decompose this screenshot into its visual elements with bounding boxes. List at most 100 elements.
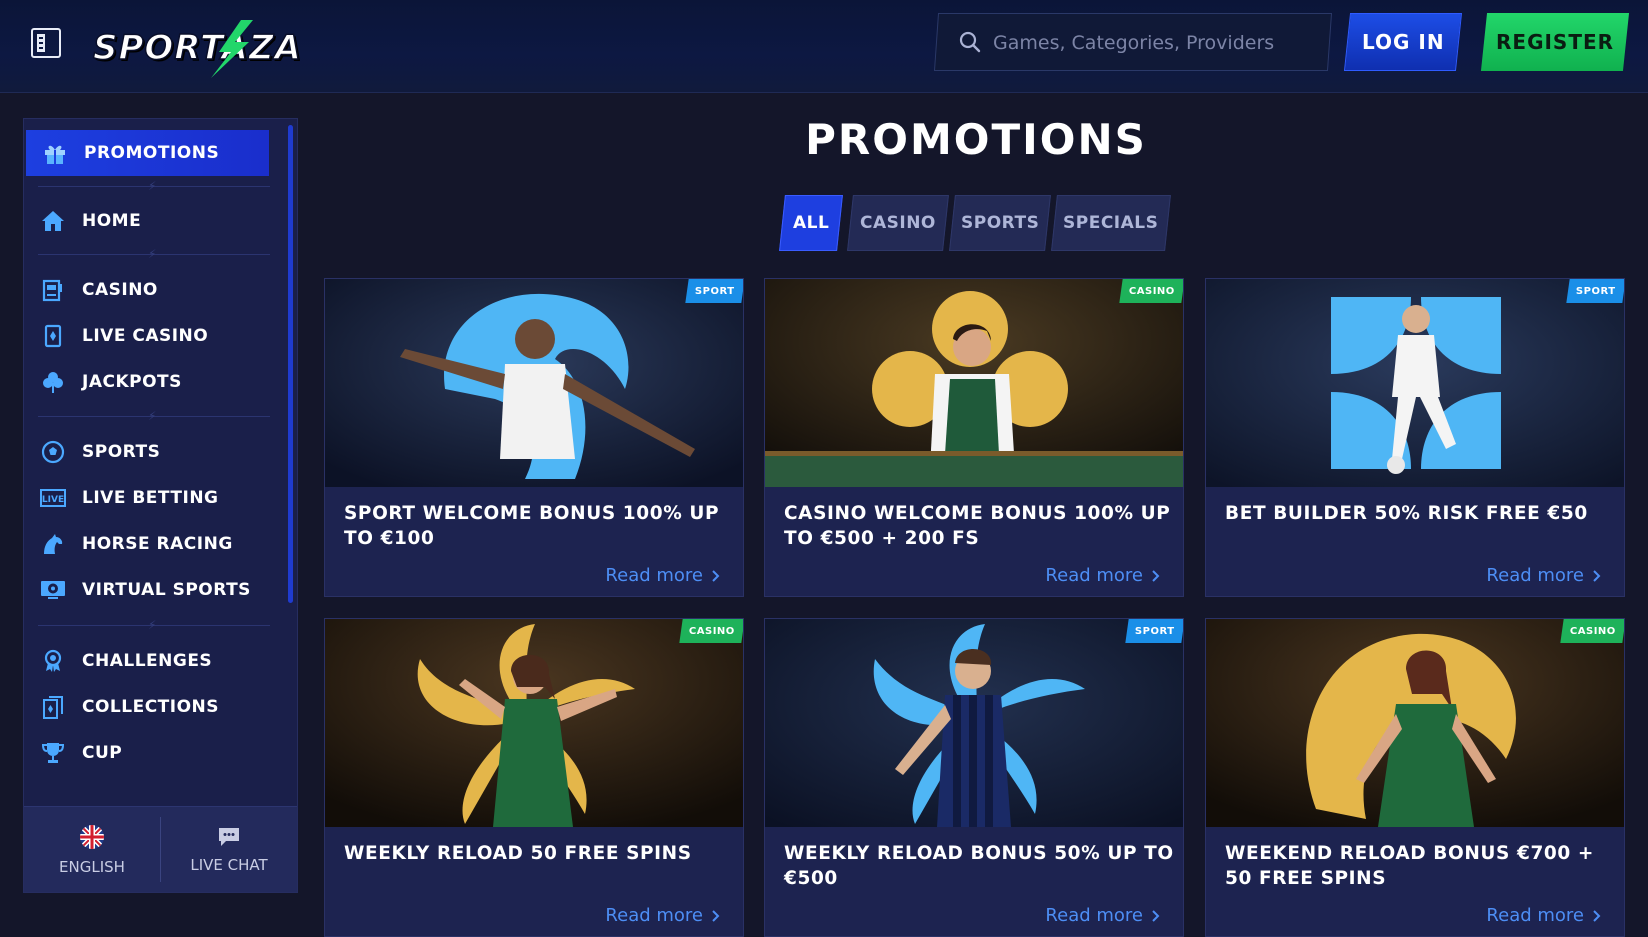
logo[interactable]: SPORTAZA <box>92 20 302 78</box>
sidebar-item-label: SPORTS <box>82 442 161 462</box>
promo-title: BET BUILDER 50% RISK FREE €50 <box>1225 503 1588 524</box>
promo-card[interactable]: SPORT WEEKLY RELOAD BONUS 50% UP TO €500… <box>764 618 1184 937</box>
sidebar-item-collections[interactable]: COLLECTIONS <box>24 684 269 730</box>
logo-text: SPORTAZA <box>92 27 302 69</box>
promo-image <box>765 619 1183 827</box>
promo-title: SPORT WELCOME BONUS 100% UP TO €100 <box>344 503 720 549</box>
promo-image <box>1206 619 1624 827</box>
sidebar-item-virtual-sports[interactable]: VIRTUAL SPORTS <box>24 567 269 613</box>
register-button[interactable]: REGISTER <box>1480 13 1630 71</box>
clover-icon <box>40 369 66 395</box>
sidebar-scrollbar[interactable] <box>288 125 293 603</box>
slot-machine-icon <box>40 277 66 303</box>
sidebar-item-label: HOME <box>82 211 142 231</box>
chat-bubble-icon <box>219 827 239 846</box>
read-more-link[interactable]: Read more <box>1486 565 1602 586</box>
chevron-right-icon <box>1152 909 1160 922</box>
svg-text:LIVE: LIVE <box>42 495 64 505</box>
promo-image <box>325 279 743 487</box>
promo-card[interactable]: CASINO CASINO WELCOME BONUS 100% UP TO €… <box>764 278 1184 597</box>
read-more-label: Read more <box>605 565 703 586</box>
promo-card[interactable]: CASINO WEEKLY RELOAD 50 FREE SPINS Read … <box>324 618 744 937</box>
promo-card[interactable]: CASINO WEEKEND RELOAD BONUS €700 + 50 FR… <box>1205 618 1625 937</box>
lightning-bolt-icon <box>211 20 253 78</box>
chevron-right-icon <box>1593 909 1601 922</box>
sidebar-toggle-icon[interactable] <box>31 28 61 58</box>
sidebar-footer: ENGLISH LIVE CHAT <box>24 806 297 892</box>
virtual-sports-icon <box>40 577 66 603</box>
tab-all[interactable]: ALL <box>779 195 843 251</box>
chevron-right-icon <box>712 909 720 922</box>
divider: ⚡ <box>38 409 270 423</box>
login-label: LOG IN <box>1361 30 1445 54</box>
horse-icon <box>40 531 66 557</box>
language-selector[interactable]: ENGLISH <box>24 807 160 892</box>
tab-label: CASINO <box>860 213 936 233</box>
login-button[interactable]: LOG IN <box>1343 13 1463 71</box>
tab-label: SPORTS <box>960 213 1040 233</box>
chevron-right-icon <box>1593 569 1601 582</box>
read-more-link[interactable]: Read more <box>605 905 721 926</box>
sidebar-item-live-casino[interactable]: LIVE CASINO <box>24 313 269 359</box>
uk-flag-icon <box>80 824 104 849</box>
sidebar-item-horse-racing[interactable]: HORSE RACING <box>24 521 269 567</box>
chevron-right-icon <box>712 569 720 582</box>
sidebar-item-jackpots[interactable]: JACKPOTS <box>24 359 269 405</box>
cards-collection-icon <box>40 694 66 720</box>
promo-card[interactable]: SPORT BET BUILDER 50% RISK FREE €50 Read… <box>1205 278 1625 597</box>
sidebar-item-home[interactable]: HOME <box>24 198 269 244</box>
search-input[interactable] <box>991 24 1315 62</box>
top-header: SPORTAZA LOG IN REGISTER <box>0 0 1648 93</box>
language-label: ENGLISH <box>59 857 125 876</box>
tab-specials[interactable]: SPECIALS <box>1051 195 1171 251</box>
chevron-right-icon <box>1152 569 1160 582</box>
sidebar-item-label: PROMOTIONS <box>84 143 220 163</box>
tab-casino[interactable]: CASINO <box>847 195 949 251</box>
promo-card[interactable]: SPORT SPORT WELCOME BONUS 100% UP TO €10… <box>324 278 744 597</box>
category-badge: CASINO <box>679 619 743 643</box>
category-badge: SPORT <box>685 279 743 303</box>
read-more-link[interactable]: Read more <box>1045 565 1161 586</box>
divider: ⚡ <box>38 618 270 632</box>
register-label: REGISTER <box>1495 30 1615 54</box>
read-more-link[interactable]: Read more <box>1045 905 1161 926</box>
promo-title: CASINO WELCOME BONUS 100% UP TO €500 + 2… <box>784 503 1171 549</box>
medal-icon <box>40 648 66 674</box>
sidebar: PROMOTIONS ⚡ HOME ⚡ CASINO LIVE CASINO J… <box>23 118 298 893</box>
sidebar-item-sports[interactable]: SPORTS <box>24 429 269 475</box>
read-more-label: Read more <box>1045 565 1143 586</box>
soccer-ball-icon <box>40 439 66 465</box>
search-icon <box>959 31 981 53</box>
sidebar-item-label: VIRTUAL SPORTS <box>82 580 251 600</box>
live-icon: LIVE <box>40 485 66 511</box>
category-badge: SPORT <box>1566 279 1624 303</box>
live-chat-button[interactable]: LIVE CHAT <box>161 807 297 892</box>
gift-icon <box>42 140 68 166</box>
sidebar-item-live-betting[interactable]: LIVE LIVE BETTING <box>24 475 269 521</box>
trophy-icon <box>40 740 66 766</box>
sidebar-item-label: LIVE CASINO <box>82 326 209 346</box>
sidebar-item-casino[interactable]: CASINO <box>24 267 269 313</box>
search-box[interactable] <box>933 13 1333 71</box>
sidebar-item-cup[interactable]: CUP <box>24 730 269 776</box>
sidebar-item-promotions[interactable]: PROMOTIONS <box>26 130 269 176</box>
sidebar-item-challenges[interactable]: CHALLENGES <box>24 638 269 684</box>
promo-title: WEEKLY RELOAD BONUS 50% UP TO €500 <box>784 843 1174 889</box>
promo-title: WEEKLY RELOAD 50 FREE SPINS <box>344 843 692 864</box>
tab-label: ALL <box>792 213 830 233</box>
promo-image <box>765 279 1183 487</box>
read-more-link[interactable]: Read more <box>1486 905 1602 926</box>
category-badge: SPORT <box>1125 619 1183 643</box>
category-badge: CASINO <box>1119 279 1183 303</box>
tab-sports[interactable]: SPORTS <box>949 195 1051 251</box>
divider: ⚡ <box>38 247 270 261</box>
promo-image <box>1206 279 1624 487</box>
live-chat-label: LIVE CHAT <box>190 855 268 874</box>
card-icon <box>40 323 66 349</box>
promo-title: WEEKEND RELOAD BONUS €700 + 50 FREE SPIN… <box>1225 843 1595 889</box>
read-more-link[interactable]: Read more <box>605 565 721 586</box>
category-badge: CASINO <box>1560 619 1624 643</box>
sidebar-item-label: CASINO <box>82 280 158 300</box>
divider: ⚡ <box>38 179 270 193</box>
read-more-label: Read more <box>1486 905 1584 926</box>
